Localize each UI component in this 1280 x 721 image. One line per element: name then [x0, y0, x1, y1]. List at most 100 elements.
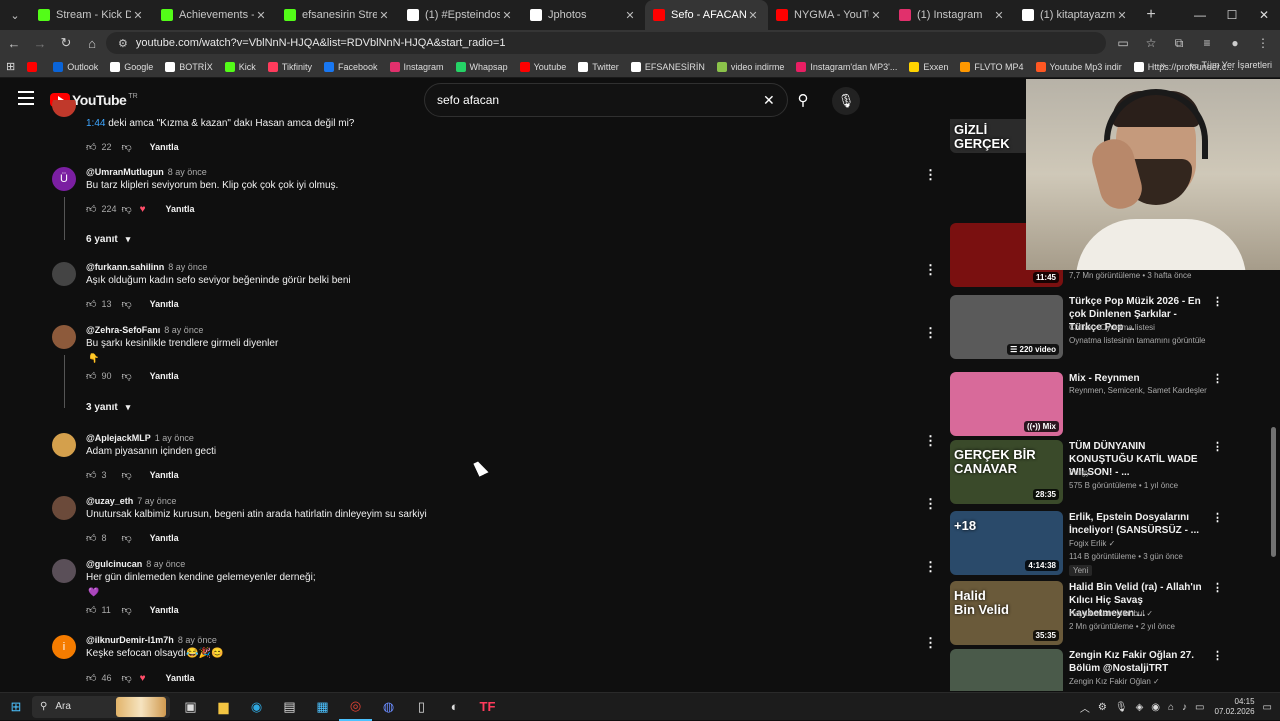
close-tab-icon[interactable]: ✕ — [623, 9, 637, 22]
tray-app-icon[interactable]: ⚙ — [1098, 702, 1107, 713]
browser-tab[interactable]: (1) Instagram ✕ — [891, 0, 1014, 30]
recommended-more-icon[interactable]: ⋮ — [1212, 511, 1223, 524]
video-thumbnail[interactable]: Halid Bin Velid 35:35 — [950, 581, 1063, 645]
notepad-icon[interactable]: ▯ — [405, 693, 438, 721]
video-thumbnail[interactable]: GERÇEK BİR CANAVAR 28:35 — [950, 440, 1063, 504]
comment-more-icon[interactable]: ⋮ — [924, 433, 937, 449]
close-tab-icon[interactable]: ✕ — [131, 9, 145, 22]
recommended-video[interactable]: ☰ 220 video Türkçe Pop Müzik 2026 - En ço… — [950, 295, 1270, 359]
reload-icon[interactable]: ↻ — [54, 30, 78, 56]
bookmark-item[interactable]: Whapsap — [455, 61, 508, 72]
timestamp-link[interactable]: 1:44 — [86, 118, 105, 129]
reply-button[interactable]: Yanıtla — [150, 533, 179, 543]
comment-time[interactable]: 7 ay önce — [137, 496, 176, 506]
maximize-icon[interactable]: ☐ — [1216, 0, 1248, 30]
bookmark-item[interactable]: Kick — [224, 61, 256, 72]
tikfinity-icon[interactable]: TF — [471, 693, 504, 721]
bookmark-item[interactable]: EFSANESİRİN — [630, 61, 705, 72]
browser-tab[interactable]: Stream - Kick Dashb✕ — [30, 0, 153, 30]
cast-icon[interactable]: ▭ — [1112, 30, 1134, 56]
bookmark-item[interactable]: Instagram'dan MP3'... — [796, 61, 897, 72]
windows-start-icon[interactable]: ⊞ — [0, 693, 32, 721]
recommended-more-icon[interactable]: ⋮ — [1212, 440, 1223, 453]
avatar[interactable]: Ü — [52, 167, 76, 191]
comment-time[interactable]: 8 ay önce — [168, 167, 207, 177]
video-thumbnail[interactable] — [950, 649, 1063, 691]
url-field[interactable]: ⚙ youtube.com/watch?v=VblNnN-HJQA&list=R… — [106, 32, 1106, 54]
browser-tab[interactable]: NYGMA - YouTube✕ — [768, 0, 891, 30]
recommended-video[interactable]: ((•)) Mix Mix - Reynmen Reynmen, Semicenk,… — [950, 372, 1270, 436]
page-scrollbar[interactable] — [1270, 121, 1278, 687]
store-icon[interactable]: ▦ — [306, 693, 339, 721]
recommended-video[interactable]: GERÇEK BİR CANAVAR 28:35 TÜM DÜNYANIN KONU… — [950, 440, 1270, 504]
bookmark-item[interactable]: Youtube Mp3 indir — [1035, 61, 1122, 72]
system-clock[interactable]: 04:15 07.02.2026 — [1215, 697, 1255, 717]
obs-icon[interactable]: ◐ — [438, 693, 471, 721]
recommended-channel[interactable]: Chillax • Oynatma listesi — [1069, 323, 1209, 332]
minimize-icon[interactable]: — — [1184, 0, 1216, 30]
dislike-icon[interactable]: 👎︎ — [121, 469, 131, 481]
home-icon[interactable]: ⌂ — [80, 30, 104, 56]
avatar[interactable] — [52, 262, 76, 286]
recommended-video[interactable]: Halid Bin Velid 35:35 Halid Bin Velid (ra)… — [950, 581, 1270, 645]
all-bookmarks-button[interactable]: ▭ Tüm Yer İşaretleri — [1191, 60, 1272, 71]
bookmark-item[interactable]: Outlook — [53, 61, 98, 72]
close-tab-icon[interactable]: ✕ — [1115, 9, 1129, 22]
media-control-icon[interactable]: ≡ — [1196, 30, 1218, 56]
bookmark-item[interactable]: Google — [110, 61, 153, 72]
bookmark-item[interactable]: Instagram — [389, 61, 444, 72]
recommended-more-icon[interactable]: ⋮ — [1212, 372, 1223, 385]
close-tab-icon[interactable]: ✕ — [746, 9, 760, 22]
comment-time[interactable]: 8 ay önce — [178, 635, 217, 645]
apps-grid-icon[interactable]: ⊞ — [6, 60, 15, 73]
comment-time[interactable]: 1 ay önce — [155, 433, 194, 443]
avatar[interactable]: i — [52, 635, 76, 659]
battery-icon[interactable]: ▭ — [1195, 702, 1204, 713]
comment-author[interactable]: @AplejackMLP — [86, 433, 151, 443]
task-view-icon[interactable]: ▣ — [174, 693, 207, 721]
recommended-channel[interactable]: Fogix Erlik ✓ — [1069, 539, 1209, 548]
volume-icon[interactable]: ♪ — [1182, 702, 1187, 713]
comment-more-icon[interactable]: ⋮ — [924, 635, 937, 651]
bookmark-item[interactable]: BOTRİX — [165, 61, 213, 72]
replies-toggle[interactable]: 3 yanıt ▾ — [86, 402, 130, 413]
bookmark-item[interactable]: Youtube — [519, 61, 566, 72]
notifications-icon[interactable]: ▭ — [1263, 702, 1272, 713]
app-icon[interactable]: ▤ — [273, 693, 306, 721]
edge-icon[interactable]: ◉ — [240, 693, 273, 721]
reply-button[interactable]: Yanıtla — [166, 673, 195, 683]
recommended-video[interactable]: Zengin Kız Fakir Oğlan 27. Bölüm @Nostal… — [950, 649, 1270, 691]
like-icon[interactable]: 👍︎ — [86, 672, 96, 684]
video-thumbnail[interactable]: ☰ 220 video — [950, 295, 1063, 359]
bookmarks-overflow-icon[interactable]: » — [1160, 60, 1166, 71]
comment-time[interactable]: 8 ay önce — [164, 325, 203, 335]
recommended-more-icon[interactable]: ⋮ — [1212, 581, 1223, 594]
comment-author[interactable]: @furkann.sahilinn — [86, 262, 164, 272]
comment-time[interactable]: 8 ay önce — [168, 262, 207, 272]
recommended-title[interactable]: Zengin Kız Fakir Oğlan 27. Bölüm @Nostal… — [1069, 649, 1207, 675]
browser-tab[interactable]: (1) kitaptayazmaz (@✕ — [1014, 0, 1137, 30]
forward-icon[interactable]: → — [28, 30, 52, 56]
dislike-icon[interactable]: 👎︎ — [121, 532, 131, 544]
like-icon[interactable]: 👍︎ — [86, 141, 96, 153]
comment-author[interactable]: @UmranMutlugun — [86, 167, 164, 177]
comment-more-icon[interactable]: ⋮ — [924, 559, 937, 575]
app2-icon[interactable]: ◍ — [372, 693, 405, 721]
close-tab-icon[interactable]: ✕ — [500, 9, 514, 22]
browser-tab[interactable]: Sefo - AFACAN (Offi✕ — [645, 0, 768, 30]
browser-tab[interactable]: Jphotos ✕ — [522, 0, 645, 30]
comment-time[interactable]: 8 ay önce — [146, 559, 185, 569]
new-tab-button[interactable]: + — [1137, 6, 1165, 24]
avatar[interactable] — [52, 100, 76, 117]
taskbar-search[interactable]: ⚲ Ara — [32, 695, 170, 718]
browser-menu-icon[interactable]: ⋮ — [1252, 30, 1274, 56]
comment-author[interactable]: @Zehra-SefoFanı — [86, 325, 160, 335]
dislike-icon[interactable]: 👎︎ — [121, 141, 131, 153]
scrollbar-thumb[interactable] — [1271, 427, 1276, 557]
avatar[interactable] — [52, 559, 76, 583]
dislike-icon[interactable]: 👎︎ — [121, 604, 131, 616]
recommended-title[interactable]: Mix - Reynmen — [1069, 372, 1207, 385]
comment-more-icon[interactable]: ⋮ — [924, 262, 937, 278]
like-icon[interactable]: 👍︎ — [86, 532, 96, 544]
video-thumbnail[interactable]: +18 4:14:38 — [950, 511, 1063, 575]
